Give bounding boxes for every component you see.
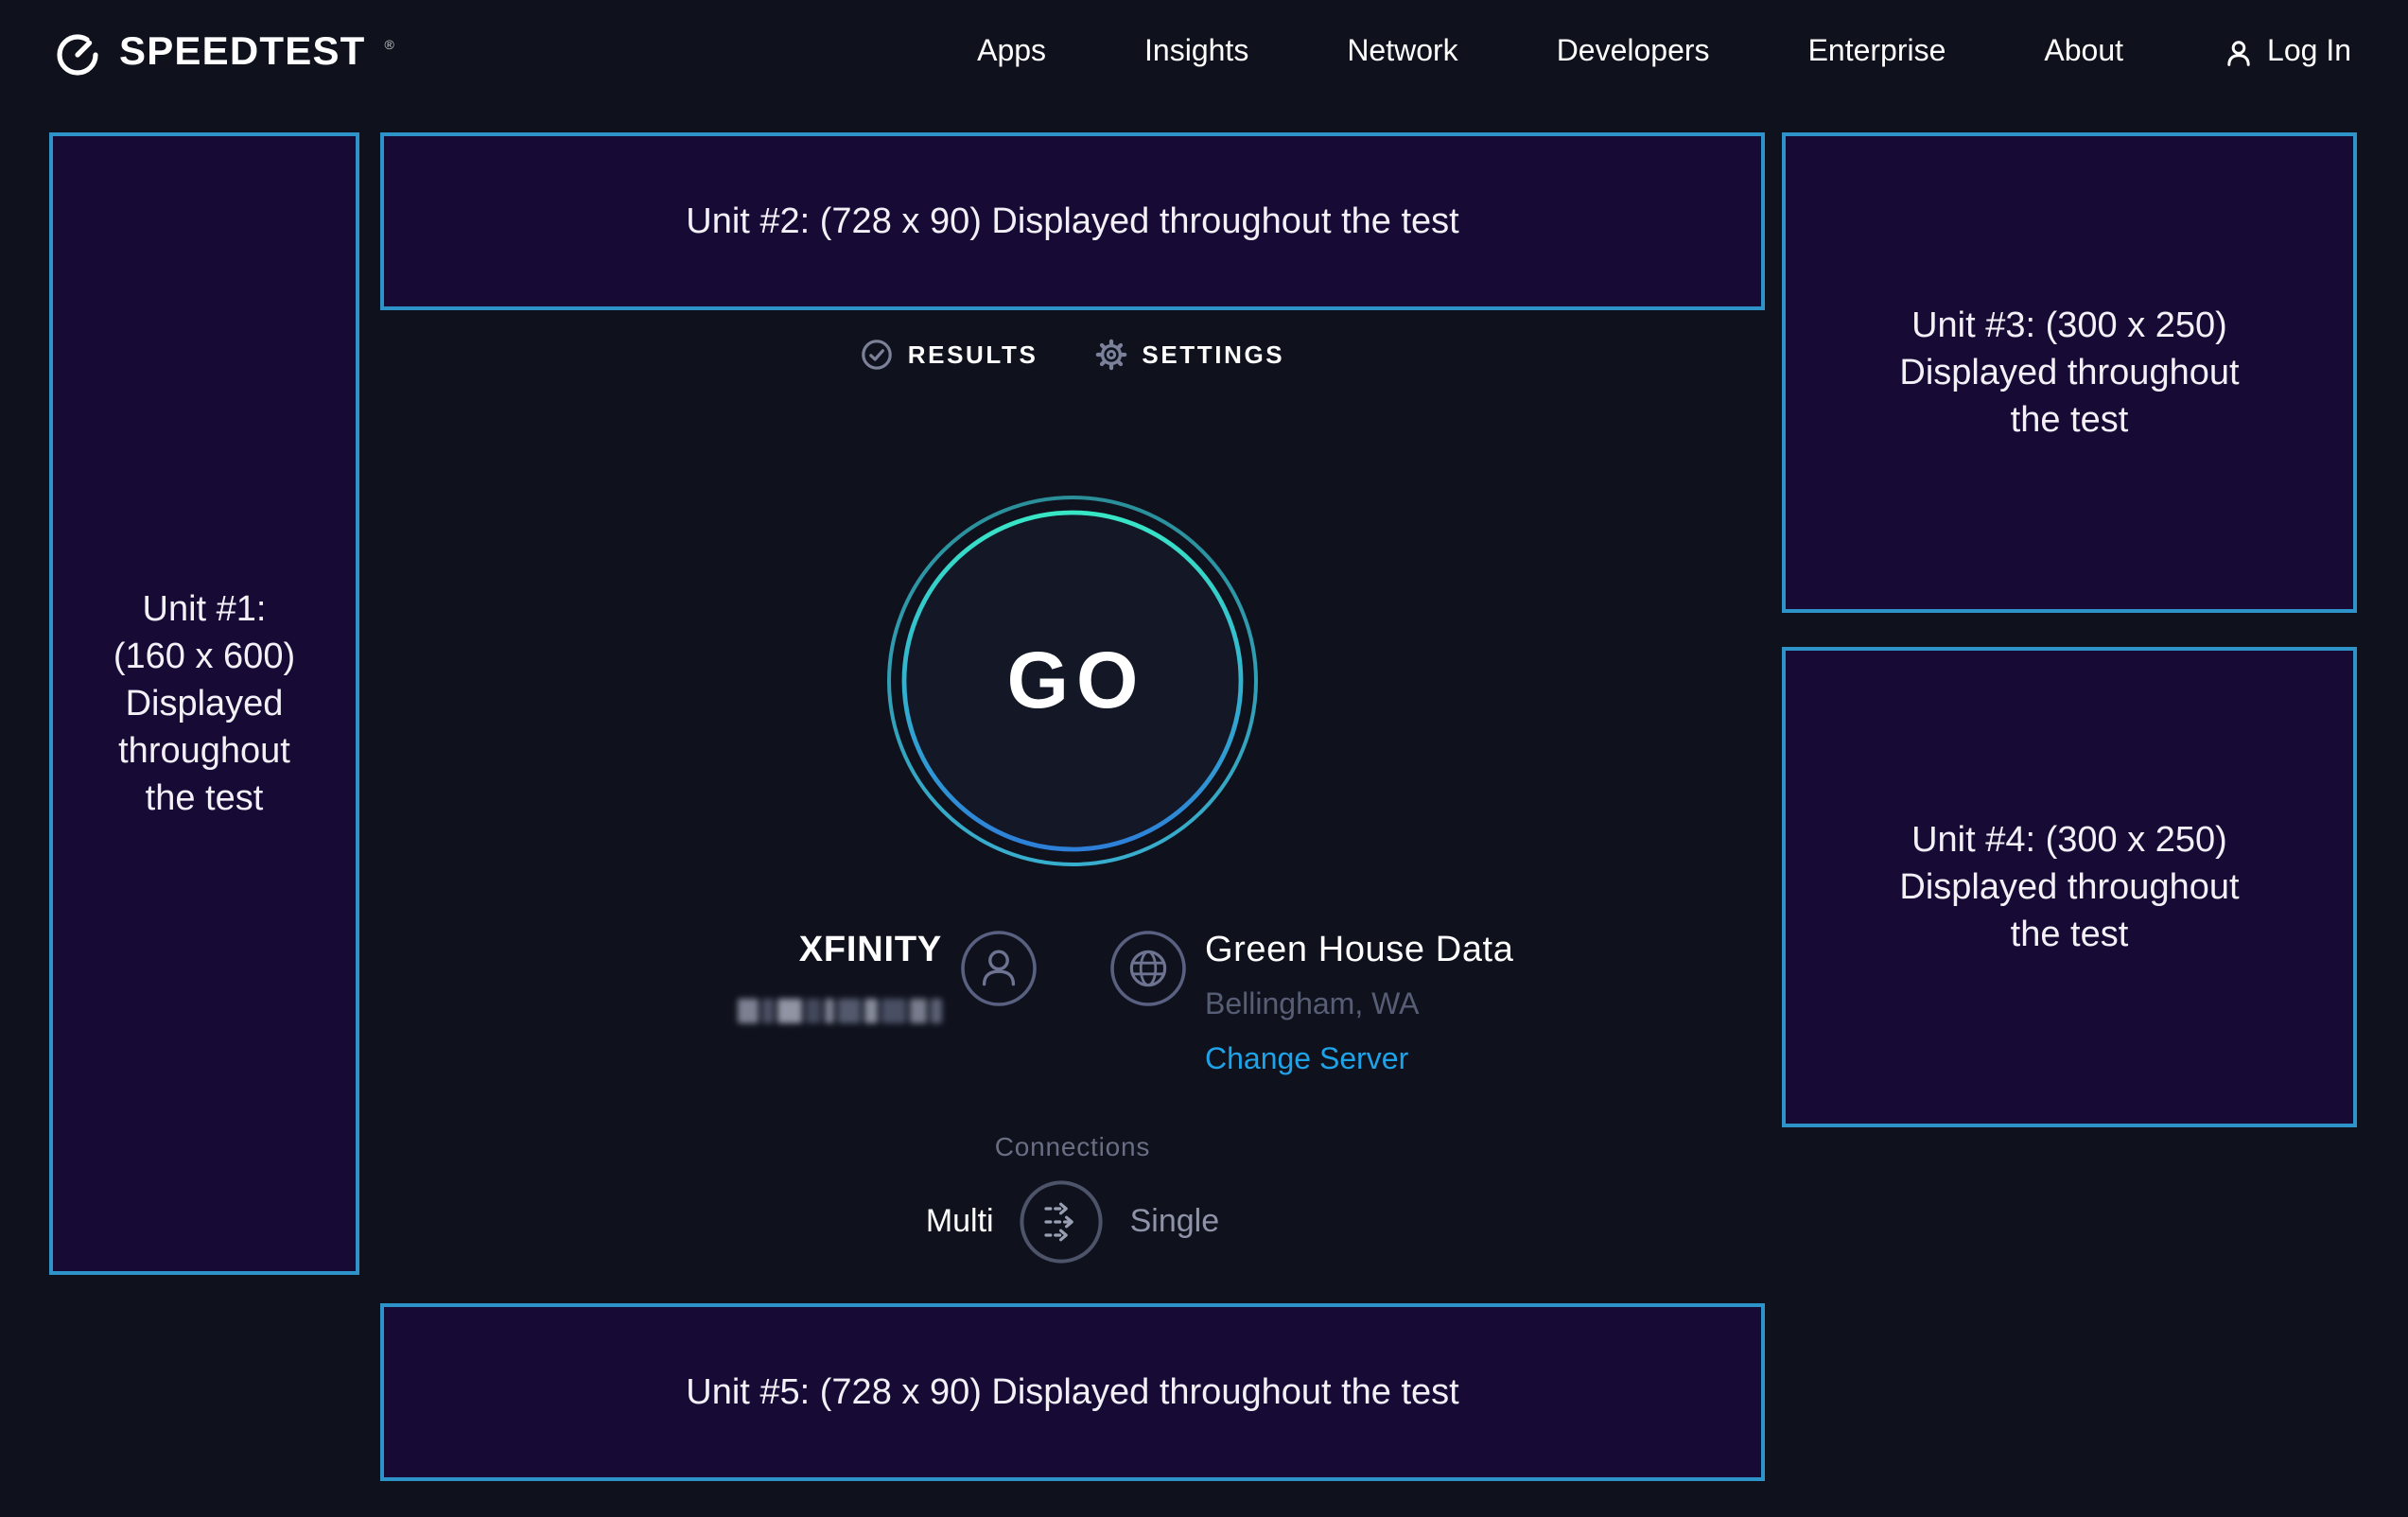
- check-circle-icon: [861, 339, 893, 371]
- ad-unit-5[interactable]: Unit #5: (728 x 90) Displayed throughout…: [380, 1303, 1765, 1481]
- ad-unit-1[interactable]: Unit #1: (160 x 600) Displayed throughou…: [49, 132, 359, 1275]
- ad-unit-2-text: Unit #2: (728 x 90) Displayed throughout…: [686, 198, 1459, 245]
- server-info: Green House Data Bellingham, WA Change S…: [1205, 931, 1513, 1078]
- tab-settings-label: SETTINGS: [1142, 340, 1284, 369]
- logo-trademark: ®: [385, 40, 394, 53]
- nav-login-label: Log In: [2267, 36, 2351, 70]
- nav-item-developers[interactable]: Developers: [1557, 36, 1710, 70]
- connections-single-label: Single: [1130, 1203, 1220, 1241]
- speedtest-gauge-icon: [53, 28, 102, 78]
- ad-unit-2[interactable]: Unit #2: (728 x 90) Displayed throughout…: [380, 132, 1765, 310]
- connections-row: Multi Single: [380, 1180, 1765, 1264]
- go-button-label: GO: [883, 492, 1262, 870]
- tab-results-label: RESULTS: [908, 340, 1038, 369]
- nav-item-enterprise[interactable]: Enterprise: [1808, 36, 1946, 70]
- isp-info: XFINITY: [605, 931, 942, 1025]
- gear-icon: [1094, 339, 1126, 371]
- server-name: Green House Data: [1205, 931, 1513, 972]
- connections-label: Connections: [380, 1131, 1765, 1161]
- ad-unit-5-text: Unit #5: (728 x 90) Displayed throughout…: [686, 1369, 1459, 1416]
- nav-item-about[interactable]: About: [2044, 36, 2123, 70]
- connections-toggle[interactable]: [1021, 1180, 1104, 1264]
- logo-text: SPEEDTEST: [119, 30, 366, 76]
- nav-item-insights[interactable]: Insights: [1144, 36, 1248, 70]
- go-button[interactable]: GO: [883, 492, 1262, 870]
- ip-address-redacted: [605, 999, 942, 1025]
- speedtest-logo[interactable]: SPEEDTEST ®: [53, 28, 394, 78]
- ad-unit-3[interactable]: Unit #3: (300 x 250) Displayed throughou…: [1782, 132, 2357, 613]
- nav-login-button[interactable]: Log In: [2222, 36, 2351, 70]
- ad-unit-3-text: Unit #3: (300 x 250) Displayed throughou…: [1899, 302, 2239, 444]
- nav-item-network[interactable]: Network: [1347, 36, 1457, 70]
- speedtest-page: SPEEDTEST ® Apps Insights Network Develo…: [0, 0, 2408, 1517]
- nav-menu: Apps Insights Network Developers Enterpr…: [977, 36, 2351, 70]
- server-globe-icon: [1110, 931, 1186, 1006]
- nav-item-apps[interactable]: Apps: [977, 36, 1046, 70]
- ad-unit-1-text: Unit #1: (160 x 600) Displayed throughou…: [113, 585, 295, 822]
- isp-user-icon: [961, 931, 1037, 1006]
- tabs-bar: RESULTS: [380, 339, 1765, 371]
- ad-unit-4[interactable]: Unit #4: (300 x 250) Displayed throughou…: [1782, 647, 2357, 1127]
- isp-name: XFINITY: [605, 931, 942, 972]
- server-location: Bellingham, WA: [1205, 989, 1513, 1023]
- tab-results[interactable]: RESULTS: [861, 339, 1038, 371]
- top-nav: SPEEDTEST ® Apps Insights Network Develo…: [0, 0, 2408, 106]
- user-icon: [2222, 37, 2254, 69]
- ad-unit-4-text: Unit #4: (300 x 250) Displayed throughou…: [1899, 816, 2239, 958]
- tab-settings[interactable]: SETTINGS: [1094, 339, 1284, 371]
- connections-multi-label: Multi: [926, 1203, 994, 1241]
- change-server-link[interactable]: Change Server: [1205, 1044, 1408, 1078]
